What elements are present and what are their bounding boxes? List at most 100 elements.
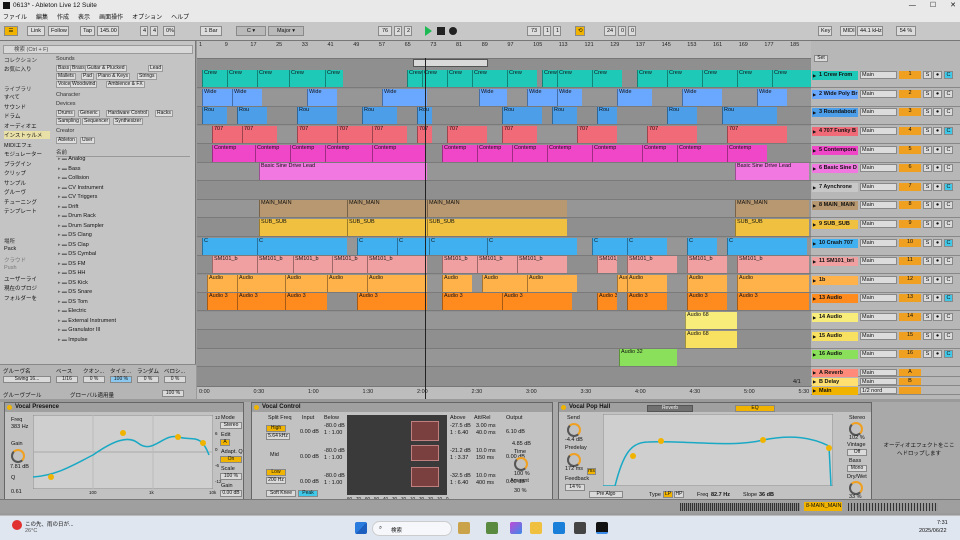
arrangement-clip[interactable]: Crew — [507, 70, 537, 87]
browser-search-input[interactable]: 検索 (Ctrl + F) — [3, 45, 193, 54]
arrangement-clip[interactable]: 707 — [212, 126, 242, 143]
track-monitor-button[interactable]: C — [944, 183, 953, 191]
arrangement-clip[interactable]: Wide — [757, 89, 787, 106]
track-monitor-button[interactable]: C — [944, 332, 953, 340]
track-name[interactable]: 1b — [812, 276, 858, 285]
track-monitor-button[interactable]: C — [944, 294, 953, 302]
library-item[interactable]: サンプル — [4, 179, 26, 187]
explorer-icon[interactable] — [530, 522, 542, 534]
track-arm-button[interactable]: ● — [933, 294, 942, 302]
arrangement-clip[interactable]: Contemp — [642, 145, 677, 162]
scale-selector[interactable]: Major ▾ — [268, 26, 304, 36]
store-icon[interactable] — [574, 522, 586, 534]
menu-navigate[interactable]: 画面操作 — [99, 12, 123, 21]
eq-freq-value[interactable]: 383 Hz — [11, 424, 28, 430]
arrangement-clip[interactable]: Audio — [285, 275, 327, 292]
eq-mode-select[interactable]: Stereo — [220, 422, 242, 429]
low-freq-value[interactable]: 200 Hz — [266, 477, 286, 484]
track-monitor-button[interactable]: C — [944, 350, 953, 358]
arrangement-clip[interactable]: Wide — [307, 89, 337, 106]
eq-tab[interactable]: EQ — [735, 405, 775, 412]
copilot-icon[interactable] — [510, 522, 522, 534]
arrangement-clip[interactable]: Contemp — [592, 145, 642, 162]
library-item[interactable]: すべて — [4, 93, 20, 101]
clock-date[interactable]: 2025/06/22 — [919, 528, 947, 534]
band-release[interactable]: 150 ms — [476, 455, 494, 461]
track-solo-button[interactable]: S — [923, 276, 932, 284]
track-header[interactable]: 2 Wide Poly BrMain2S●C — [811, 89, 960, 107]
track-number[interactable]: 14 — [899, 313, 921, 321]
track-arm-button[interactable]: ● — [933, 146, 942, 154]
track-number[interactable]: 8 — [899, 201, 921, 209]
multiband-title[interactable]: Vocal Control — [252, 403, 552, 412]
arrangement-clip[interactable]: Audio 3 — [207, 293, 237, 310]
library-item[interactable]: インストゥルメ — [4, 131, 50, 139]
quantize-menu[interactable]: 1 Bar — [200, 26, 222, 36]
global-amount-value[interactable]: 100 % — [162, 390, 184, 397]
soft-knee-button[interactable]: Soft Knee — [266, 490, 296, 497]
arrangement-clip[interactable]: MAIN_MAIN — [347, 200, 427, 217]
band-above-ratio[interactable]: 1 : 6.40 — [450, 480, 468, 486]
eq-edit-button[interactable]: A — [220, 439, 230, 446]
arrangement-clip[interactable]: Rou — [297, 107, 337, 124]
arrangement-clip[interactable]: Crew — [592, 70, 622, 87]
arrangement-clip[interactable]: Audio — [327, 275, 367, 292]
device-tag-chip[interactable]: Generic — [78, 110, 100, 117]
track-lane[interactable]: Audio Audio Audio Audio Audio Audio Audio Audio… — [197, 275, 811, 293]
arrangement-clip[interactable]: Rou — [552, 107, 577, 124]
sound-tag-chip[interactable]: Ambience & FX — [106, 81, 145, 88]
menu-file[interactable]: ファイル — [3, 12, 27, 21]
arrangement-clip[interactable]: SM101_b — [367, 256, 427, 273]
menu-help[interactable]: ヘルプ — [171, 12, 189, 21]
freq-value[interactable]: 82.7 Hz — [711, 492, 730, 498]
edge-icon[interactable] — [553, 522, 565, 534]
arrangement-clip[interactable]: Contemp — [212, 145, 255, 162]
track-output-routing[interactable]: Main — [860, 164, 897, 172]
track-monitor-button[interactable]: C — [944, 239, 953, 247]
arrangement-clip[interactable]: C — [202, 238, 257, 255]
band-above-threshold[interactable]: -27.5 dB — [450, 423, 471, 429]
band-below-ratio[interactable]: 1 : 1.00 — [324, 455, 342, 461]
arrangement-clip[interactable]: Basic Sine Drive Lead — [735, 163, 809, 180]
return-track-header[interactable]: A ReverbMainA — [811, 368, 960, 377]
device-tag-chip[interactable]: Sequencer — [82, 118, 111, 125]
arrangement-clip[interactable]: Crew — [702, 70, 737, 87]
browser-folder-item[interactable]: CV Instrument — [58, 185, 103, 191]
arrangement-clip[interactable]: 707 — [242, 126, 277, 143]
predelay-knob[interactable] — [567, 453, 581, 467]
arrangement-clip[interactable]: Audio — [687, 275, 727, 292]
type-lp-button[interactable]: LP — [663, 491, 673, 498]
track-arm-button[interactable]: ● — [933, 183, 942, 191]
browser-folder-item[interactable]: DS Snare — [58, 289, 92, 295]
track-header[interactable]: 4 707 Funky BMain4S●C — [811, 126, 960, 144]
arrangement-clip[interactable]: Wide — [202, 89, 232, 106]
arrangement-clip[interactable]: C — [487, 238, 577, 255]
arrangement-clip[interactable]: Crew — [447, 70, 472, 87]
minimize-button[interactable]: — — [909, 0, 916, 11]
arrangement-clip[interactable]: SM101_b — [257, 256, 293, 273]
arrangement-clip[interactable]: SUB_SUB — [427, 219, 567, 236]
tempo-field[interactable]: 145.00 — [97, 26, 119, 36]
return-output-routing[interactable]: 1/2 nord — [860, 387, 897, 394]
menu-options[interactable]: オプション — [132, 12, 162, 21]
link-button[interactable]: Link — [27, 26, 45, 36]
arrangement-clip[interactable]: Crew — [289, 70, 325, 87]
track-name[interactable]: 13 Audio — [812, 294, 858, 303]
track-arm-button[interactable]: ● — [933, 201, 942, 209]
arrangement-clip[interactable]: Crew — [227, 70, 257, 87]
time-ruler[interactable]: 0:00 0:30 1:00 1:30 2:00 2:30 3:00 3:30 4:00 4:30… — [197, 386, 811, 399]
places-item[interactable]: Pack — [4, 246, 16, 252]
arrangement-view[interactable]: 1 9 17 25 33 41 49 57 65 73 81 89 97 105 113 121 129 137 1… — [197, 41, 825, 399]
menu-view[interactable]: 表示 — [78, 12, 90, 21]
midi-map-button[interactable]: MIDI — [840, 26, 856, 36]
widgets-icon[interactable] — [458, 522, 470, 534]
places-item[interactable]: Push — [4, 265, 17, 271]
bar-ruler[interactable]: 1 9 17 25 33 41 49 57 65 73 81 89 97 105 113 121 129 137 1… — [197, 41, 825, 59]
arrangement-clip[interactable]: Crew — [472, 70, 507, 87]
track-lane[interactable]: Basic Sine Drive Lead Basic Sine Drive Le… — [197, 163, 811, 181]
arrangement-clip[interactable]: C — [687, 238, 717, 255]
track-output-routing[interactable]: Main — [860, 332, 897, 340]
track-output-routing[interactable]: Main — [860, 146, 897, 154]
peak-button[interactable]: Peak — [298, 490, 318, 497]
arrangement-clip[interactable]: Audio 68 — [685, 331, 737, 348]
